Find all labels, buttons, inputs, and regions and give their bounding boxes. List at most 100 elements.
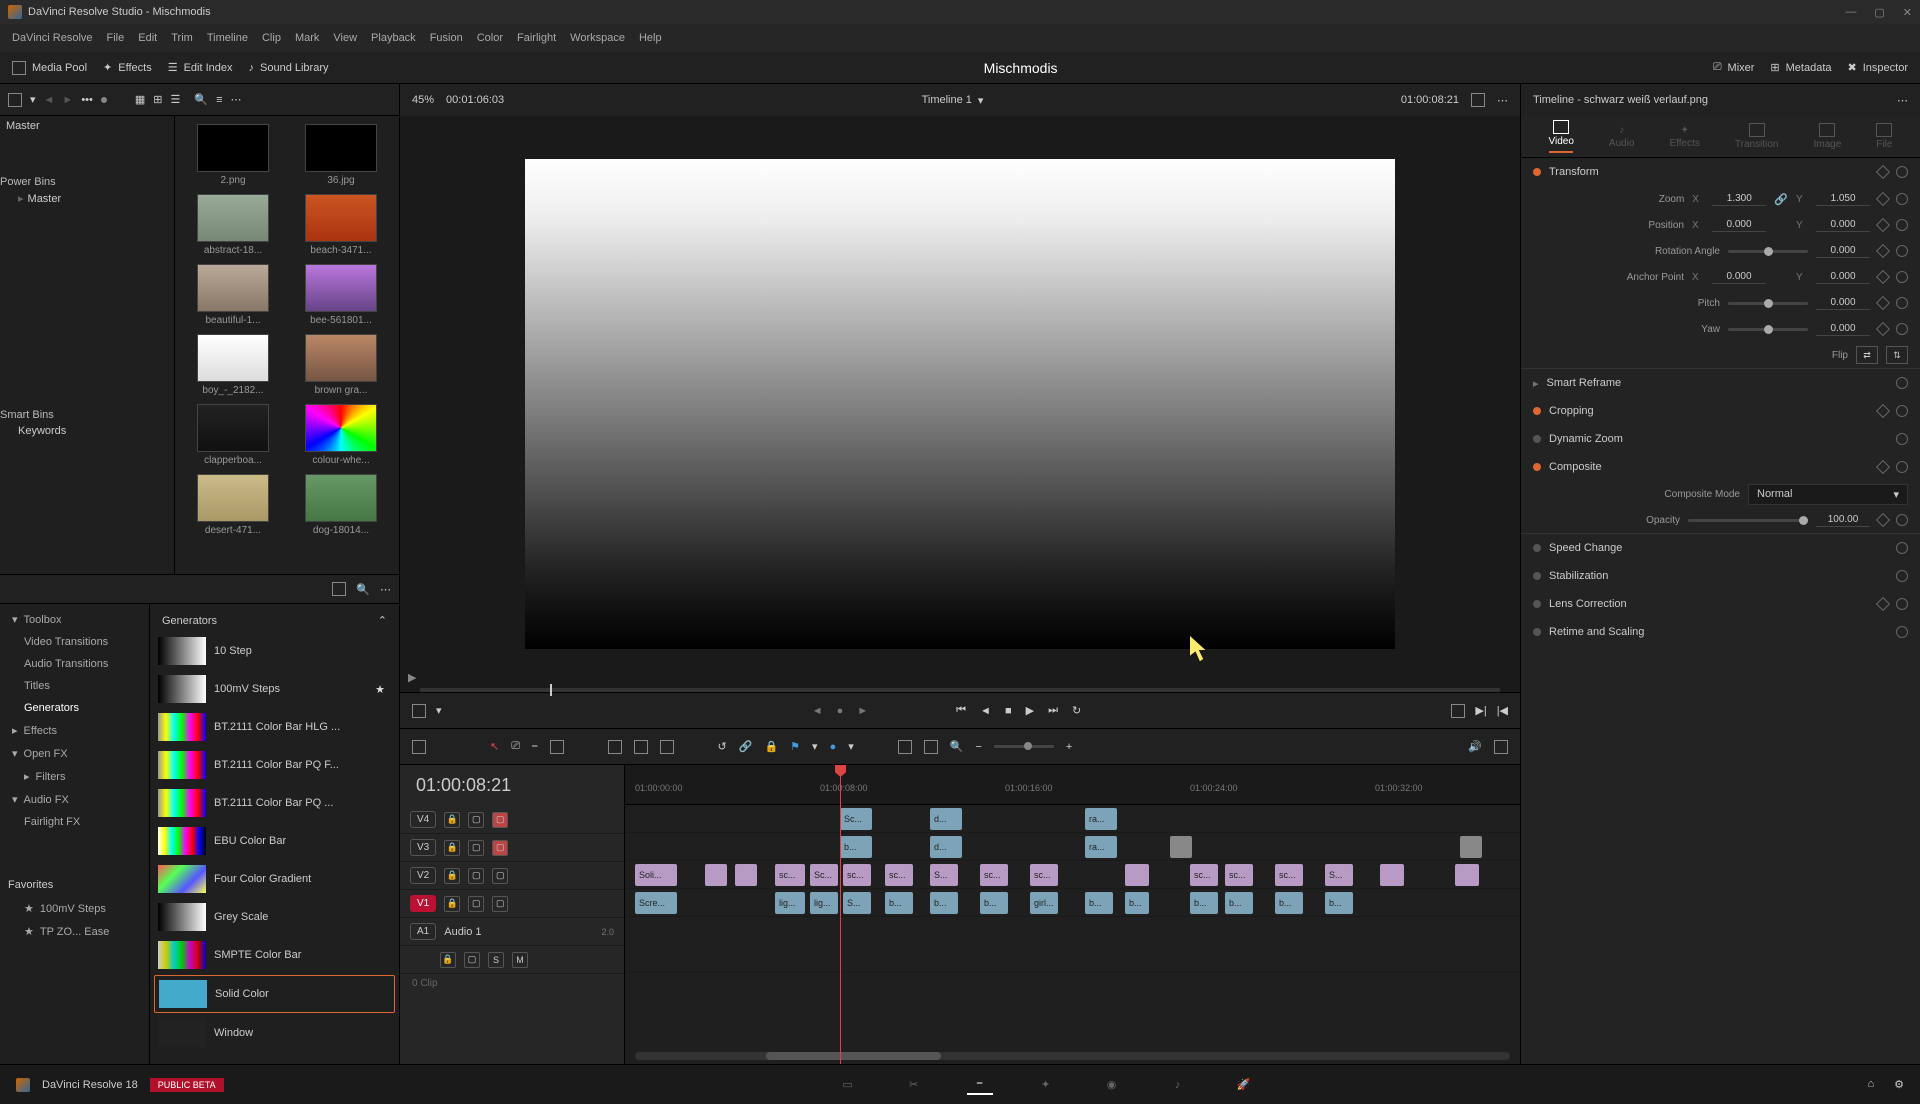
track-v1-header[interactable]: V1🔒▢▢	[400, 890, 624, 918]
media-thumb[interactable]: beach-3471...	[291, 194, 391, 256]
stop-icon[interactable]: ■	[1005, 705, 1012, 717]
loop-icon[interactable]: ↻	[1072, 704, 1081, 717]
options-icon[interactable]: ⋯	[231, 93, 242, 106]
effects-panel-icon[interactable]	[332, 582, 346, 596]
generators-item[interactable]: Generators	[0, 697, 149, 719]
audiofx-item[interactable]: ▾Audio FX	[0, 788, 149, 811]
search-icon[interactable]: 🔍	[194, 93, 208, 106]
menu-item[interactable]: Help	[639, 32, 662, 44]
reset-icon[interactable]	[1896, 598, 1908, 610]
generator-item[interactable]: 100mV Steps★	[154, 671, 395, 707]
timeline-options-icon[interactable]	[1494, 740, 1508, 754]
clip[interactable]: S...	[1325, 864, 1353, 886]
smart-reframe-header[interactable]: ▸Smart Reframe	[1521, 369, 1920, 397]
viewer[interactable]: ▶	[400, 116, 1520, 692]
generator-item[interactable]: 10 Step	[154, 633, 395, 669]
zoom-slider[interactable]	[994, 745, 1054, 748]
clip[interactable]: ra...	[1085, 808, 1117, 830]
tab-video[interactable]: Video	[1549, 120, 1574, 153]
power-bin-master[interactable]: ▸Master	[0, 188, 174, 209]
effects-item[interactable]: ▸Effects	[0, 719, 149, 742]
insert-icon[interactable]	[550, 740, 564, 754]
opacity-slider[interactable]	[1688, 519, 1808, 522]
menu-item[interactable]: View	[333, 32, 357, 44]
toolbox-item[interactable]: ▾Toolbox	[0, 608, 149, 631]
clip[interactable]: b...	[840, 836, 872, 858]
video-transitions-item[interactable]: Video Transitions	[0, 631, 149, 653]
clip[interactable]: girl...	[1030, 892, 1058, 914]
menu-item[interactable]: Playback	[371, 32, 416, 44]
clip[interactable]: lig...	[775, 892, 805, 914]
mixer-button[interactable]: ⎚Mixer	[1713, 61, 1755, 74]
clip[interactable]: sc...	[775, 864, 805, 886]
clip[interactable]: S...	[843, 892, 871, 914]
generator-item[interactable]: Window	[154, 1015, 395, 1051]
keyframe-icon[interactable]	[1876, 270, 1890, 284]
viewer-mode-icon[interactable]	[1471, 93, 1485, 107]
clip[interactable]: d...	[930, 808, 962, 830]
track-v2-header[interactable]: V2🔒▢▢	[400, 862, 624, 890]
generator-item[interactable]: EBU Color Bar	[154, 823, 395, 859]
edit-index-button[interactable]: ☰Edit Index	[168, 61, 233, 74]
timeline-scrollbar[interactable]	[635, 1052, 1510, 1060]
enable-dot[interactable]	[1533, 407, 1541, 415]
edit-page-icon[interactable]: ⎯	[967, 1075, 993, 1095]
rotation-field[interactable]: 0.000	[1816, 244, 1870, 258]
menu-item[interactable]: Trim	[171, 32, 193, 44]
track-v3-header[interactable]: V3🔒▢▢	[400, 834, 624, 862]
fairlight-page-icon[interactable]: ♪	[1165, 1075, 1191, 1095]
clip[interactable]	[1125, 864, 1149, 886]
back-icon[interactable]: ◄	[44, 94, 55, 106]
timeline-ruler[interactable]: 01:00:00:00 01:00:08:00 01:00:16:00 01:0…	[625, 765, 1520, 805]
flag-icon[interactable]: ⚑	[790, 740, 800, 753]
generator-item[interactable]: BT.2111 Color Bar HLG ...	[154, 709, 395, 745]
collapse-icon[interactable]: ⌃	[378, 614, 387, 627]
forward-icon[interactable]: ►	[62, 94, 73, 106]
lens-header[interactable]: Lens Correction	[1521, 590, 1920, 618]
transform-header[interactable]: Transform	[1521, 158, 1920, 186]
master-bin[interactable]: Master	[0, 116, 174, 136]
next-clip-icon[interactable]: ▶|	[1475, 704, 1486, 717]
minimize-icon[interactable]: —	[1845, 6, 1856, 19]
maximize-icon[interactable]: ▢	[1874, 6, 1884, 19]
auto-select-icon[interactable]: ▢	[468, 840, 484, 856]
menu-item[interactable]: Fairlight	[517, 32, 556, 44]
keywords-bin[interactable]: Keywords	[0, 421, 174, 441]
dynamic-trim-icon[interactable]: ↺	[718, 740, 727, 753]
lock-icon[interactable]: 🔒	[444, 896, 460, 912]
mute-icon[interactable]: M	[512, 952, 528, 968]
inspector-button[interactable]: ✖Inspector	[1848, 61, 1908, 74]
keyframe-icon[interactable]	[1876, 296, 1890, 310]
pos-y-field[interactable]: 0.000	[1816, 218, 1870, 232]
thumb-icon[interactable]: ⊞	[153, 93, 162, 106]
flip-v-button[interactable]: ⇅	[1886, 346, 1908, 364]
reset-icon[interactable]	[1896, 193, 1908, 205]
yaw-slider[interactable]	[1728, 328, 1808, 331]
disable-icon[interactable]: ▢	[492, 812, 508, 828]
zoom-fit-icon[interactable]: 🔍	[950, 740, 964, 753]
reset-icon[interactable]	[1896, 514, 1908, 526]
keyframe-icon[interactable]	[1876, 322, 1890, 336]
media-thumb[interactable]: dog-18014...	[291, 474, 391, 536]
clip[interactable]	[705, 864, 727, 886]
zoom-in-icon[interactable]: +	[1066, 741, 1072, 753]
sort-icon[interactable]: ≡	[216, 94, 222, 106]
reset-icon[interactable]	[1896, 245, 1908, 257]
chevron-down-icon[interactable]: ▾	[812, 740, 818, 753]
reset-icon[interactable]	[1896, 626, 1908, 638]
lock-icon[interactable]: 🔒	[444, 812, 460, 828]
star-icon[interactable]: ★	[375, 683, 385, 696]
options-icon[interactable]: ⋯	[1497, 94, 1508, 107]
auto-select-icon[interactable]: ▢	[464, 952, 480, 968]
titles-item[interactable]: Titles	[0, 675, 149, 697]
flip-h-button[interactable]: ⇄	[1856, 346, 1878, 364]
menu-item[interactable]: DaVinci Resolve	[12, 32, 93, 44]
close-icon[interactable]: ✕	[1903, 6, 1912, 19]
timeline-name[interactable]: Timeline 1	[922, 94, 972, 106]
fusion-page-icon[interactable]: ✦	[1033, 1075, 1059, 1095]
media-thumb[interactable]: brown gra...	[291, 334, 391, 396]
reset-icon[interactable]	[1896, 271, 1908, 283]
snap-icon[interactable]	[898, 740, 912, 754]
stabilization-header[interactable]: Stabilization	[1521, 562, 1920, 590]
first-frame-icon[interactable]: ⏮	[956, 704, 966, 717]
